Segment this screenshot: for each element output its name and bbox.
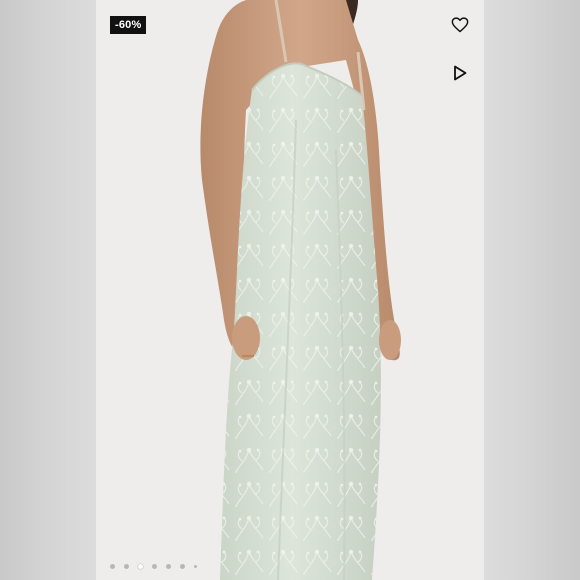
carousel-dot[interactable] [138, 564, 143, 569]
carousel-dot[interactable] [124, 564, 129, 569]
discount-badge: -60% [110, 16, 147, 34]
product-photo [96, 0, 484, 580]
favorite-button[interactable] [448, 13, 472, 37]
heart-icon [451, 17, 469, 33]
product-image-card[interactable]: -60% [96, 0, 484, 580]
carousel-dot[interactable] [166, 564, 171, 569]
carousel-dot[interactable] [152, 564, 157, 569]
carousel-dot[interactable] [110, 564, 115, 569]
blurred-backdrop-right [484, 0, 580, 580]
blurred-backdrop-left [0, 0, 96, 580]
carousel-dot[interactable] [194, 565, 197, 568]
carousel-indicator [110, 564, 197, 569]
play-icon [454, 65, 467, 81]
play-video-button[interactable] [448, 61, 472, 85]
carousel-dot[interactable] [180, 564, 185, 569]
